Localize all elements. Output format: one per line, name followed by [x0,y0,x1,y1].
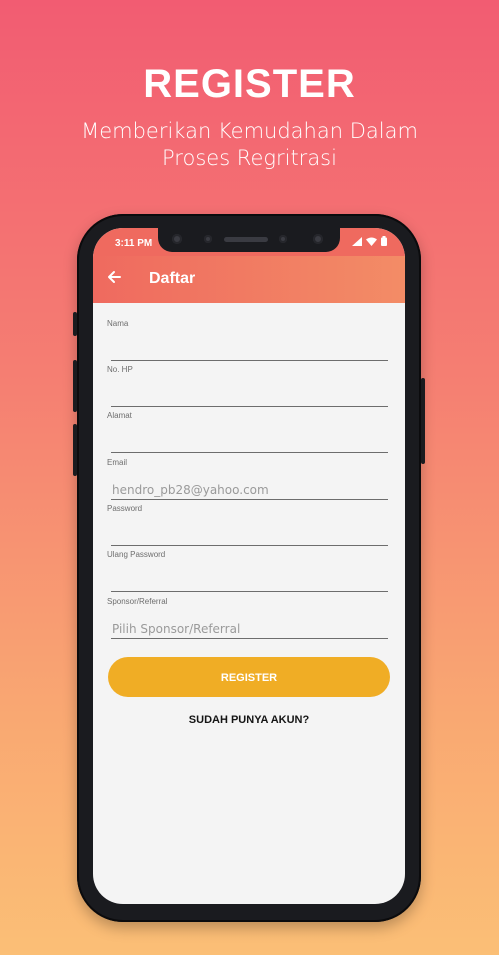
app-bar: Daftar [93,256,405,303]
phone-input[interactable] [111,385,388,407]
hero-subtitle-line2: Proses Regritrasi [162,146,337,170]
status-icons [352,236,387,249]
nama-input[interactable] [111,339,388,361]
sensor-icon [204,235,212,243]
phone-volume-up-button [73,360,77,412]
field-password: Password [107,504,388,546]
phone-notch [158,228,340,252]
field-no-hp: No. HP [107,365,388,407]
status-bar: 3:11 PM [93,228,405,256]
field-label: Nama [107,319,129,328]
battery-icon [381,236,387,249]
speaker-grille [224,237,268,242]
field-ulang-password: Ulang Password [107,550,388,592]
app-bar-title: Daftar [149,270,196,287]
field-label: Alamat [107,411,132,420]
signal-icon [352,236,362,249]
field-label: Email [107,458,128,467]
field-label: Password [107,504,143,513]
field-sponsor: Sponsor/Referral [107,597,388,639]
sensor-icon [279,235,287,243]
field-email: Email [107,458,388,500]
status-time: 3:11 PM [115,238,153,249]
phone-screen: 3:11 PM Daftar Nama No. HP Alamat Email … [93,228,405,904]
email-input[interactable] [111,478,388,500]
field-nama: Nama [107,319,388,361]
login-link[interactable]: SUDAH PUNYA AKUN? [93,714,405,726]
password-input[interactable] [111,524,388,546]
camera-icon [172,234,182,244]
field-label: Ulang Password [107,550,166,559]
field-label: No. HP [107,365,133,374]
address-input[interactable] [111,431,388,453]
hero-subtitle: Memberikan Kemudahan Dalam Proses Regrit… [0,118,499,172]
hero-subtitle-line1: Memberikan Kemudahan Dalam [81,119,418,143]
confirm-password-input[interactable] [111,570,388,592]
back-button[interactable] [107,268,121,289]
register-button[interactable]: REGISTER [108,657,390,697]
phone-side-button [73,312,77,336]
front-camera-icon [313,234,323,244]
phone-volume-down-button [73,424,77,476]
sponsor-select[interactable] [111,617,388,639]
wifi-icon [366,237,377,249]
arrow-left-icon [108,271,121,283]
phone-power-button [421,378,425,464]
field-label: Sponsor/Referral [107,597,168,606]
field-alamat: Alamat [107,411,388,453]
hero-title: REGISTER [143,62,356,106]
